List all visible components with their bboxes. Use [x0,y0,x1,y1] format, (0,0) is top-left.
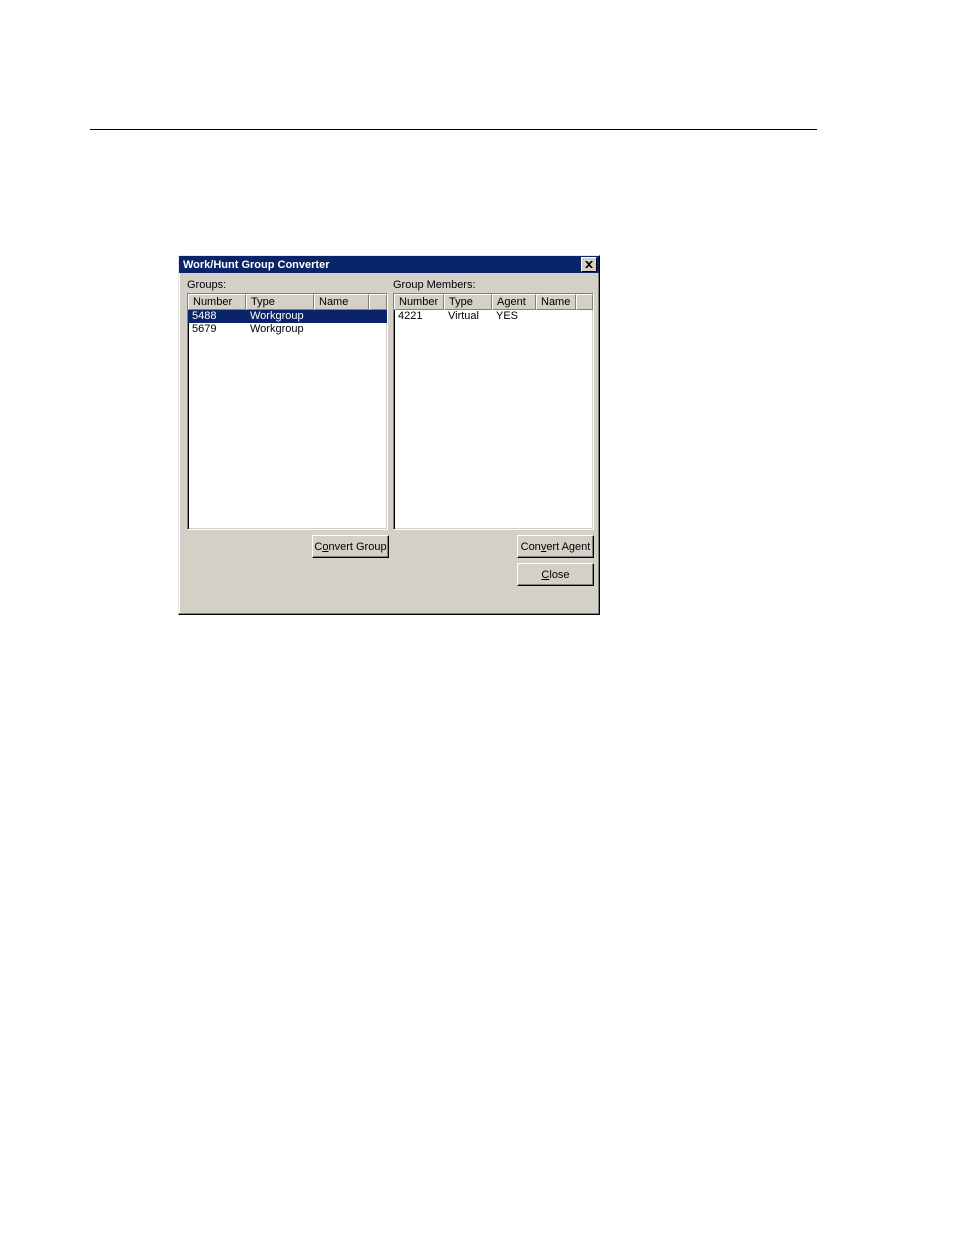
groups-listview[interactable]: Number Type Name 5488 Workgroup 5679 Wor… [187,293,388,530]
col-agent[interactable]: Agent [492,294,536,310]
dialog-window: Work/Hunt Group Converter Groups: Group … [178,255,600,615]
members-label: Group Members: [393,279,476,291]
dialog-body: Groups: Group Members: Number Type Name … [179,273,599,612]
members-listview[interactable]: Number Type Agent Name 4221 Virtual YES [393,293,594,530]
cell-number: 5488 [188,310,246,323]
cell-type: Workgroup [246,310,314,323]
col-number[interactable]: Number [394,294,444,310]
groups-header: Number Type Name [188,294,387,310]
col-filler [369,294,387,310]
col-name[interactable]: Name [536,294,576,310]
window-title: Work/Hunt Group Converter [181,259,581,271]
col-filler [576,294,593,310]
cell-name [536,310,576,323]
btn-text: Close [541,569,569,581]
col-type[interactable]: Type [444,294,492,310]
convert-group-button[interactable]: Convert Group [312,535,389,558]
close-button[interactable]: Close [517,563,594,586]
cell-agent: YES [492,310,536,323]
cell-number: 4221 [394,310,444,323]
btn-text: Convert Agent [521,541,591,553]
btn-text: Convert Group [314,541,386,553]
members-header: Number Type Agent Name [394,294,593,310]
cell-type: Workgroup [246,323,314,336]
cell-number: 5679 [188,323,246,336]
cell-name [314,310,369,323]
col-type[interactable]: Type [246,294,314,310]
table-row[interactable]: 5488 Workgroup [188,310,387,323]
cell-name [314,323,369,336]
titlebar[interactable]: Work/Hunt Group Converter [179,256,599,273]
table-row[interactable]: 5679 Workgroup [188,323,387,336]
convert-agent-button[interactable]: Convert Agent [517,535,594,558]
cell-type: Virtual [444,310,492,323]
close-icon[interactable] [581,257,597,272]
col-number[interactable]: Number [188,294,246,310]
col-name[interactable]: Name [314,294,369,310]
horizontal-rule [90,129,817,130]
table-row[interactable]: 4221 Virtual YES [394,310,593,323]
groups-label: Groups: [187,279,226,291]
